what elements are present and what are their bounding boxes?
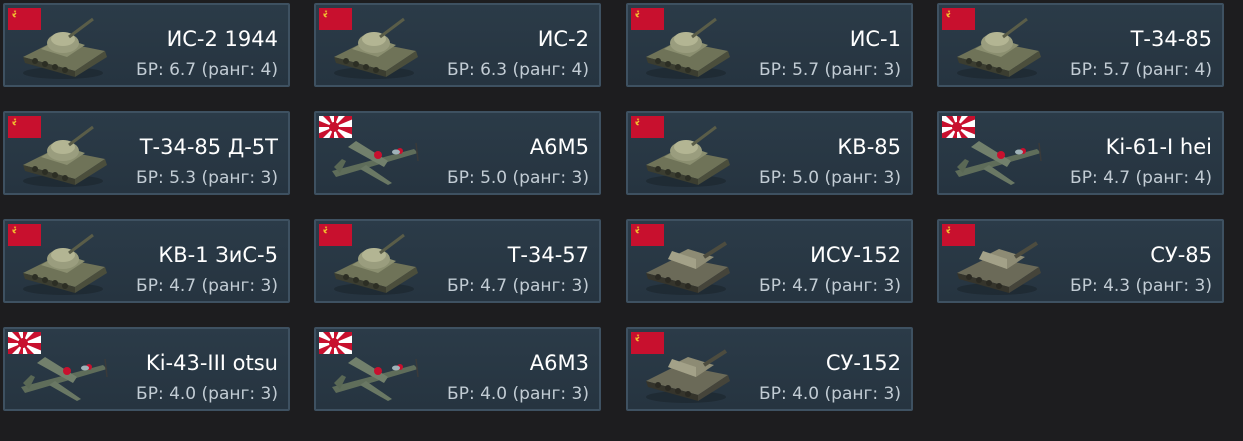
vehicle-name: A6M5 xyxy=(529,135,589,159)
vehicle-battle-rating: БР: 4.3 (ранг: 3) xyxy=(1070,276,1212,296)
vehicle-card[interactable]: Ki-43-III otsu БР: 4.0 (ранг: 3) xyxy=(3,327,290,411)
ussr-flag-icon xyxy=(631,116,664,138)
vehicle-card[interactable]: ИС-1 БР: 5.7 (ранг: 3) xyxy=(626,3,913,87)
ussr-flag-icon xyxy=(942,224,975,246)
vehicle-name: Ki-61-I hei xyxy=(1105,135,1212,159)
vehicle-name: КВ-85 xyxy=(837,135,901,159)
vehicle-card[interactable]: Т-34-57 БР: 4.7 (ранг: 3) xyxy=(314,219,601,303)
vehicle-card[interactable]: Т-34-85 БР: 5.7 (ранг: 4) xyxy=(937,3,1224,87)
japan-flag-icon xyxy=(319,116,352,138)
vehicle-card[interactable]: ИС-2 1944 БР: 6.7 (ранг: 4) xyxy=(3,3,290,87)
vehicle-card[interactable]: A6M5 БР: 5.0 (ранг: 3) xyxy=(314,111,601,195)
vehicle-name: ИС-2 1944 xyxy=(166,27,278,51)
vehicle-battle-rating: БР: 6.3 (ранг: 4) xyxy=(447,60,589,80)
vehicle-card[interactable]: КВ-85 БР: 5.0 (ранг: 3) xyxy=(626,111,913,195)
vehicle-battle-rating: БР: 4.0 (ранг: 3) xyxy=(447,384,589,404)
vehicle-battle-rating: БР: 6.7 (ранг: 4) xyxy=(136,60,278,80)
ussr-flag-icon xyxy=(8,224,41,246)
vehicle-name: ИСУ-152 xyxy=(810,243,901,267)
vehicle-battle-rating: БР: 5.7 (ранг: 3) xyxy=(759,60,901,80)
vehicle-battle-rating: БР: 5.7 (ранг: 4) xyxy=(1070,60,1212,80)
ussr-flag-icon xyxy=(319,224,352,246)
japan-flag-icon xyxy=(8,332,41,354)
vehicle-card[interactable]: ИС-2 БР: 6.3 (ранг: 4) xyxy=(314,3,601,87)
vehicle-card[interactable]: Т-34-85 Д-5Т БР: 5.3 (ранг: 3) xyxy=(3,111,290,195)
vehicle-card[interactable]: Ki-61-I hei БР: 4.7 (ранг: 4) xyxy=(937,111,1224,195)
vehicle-name: Т-34-85 Д-5Т xyxy=(139,135,278,159)
vehicle-name: СУ-152 xyxy=(825,351,901,375)
vehicle-battle-rating: БР: 4.0 (ранг: 3) xyxy=(136,384,278,404)
vehicle-name: Т-34-85 xyxy=(1130,27,1212,51)
vehicle-battle-rating: БР: 5.0 (ранг: 3) xyxy=(447,168,589,188)
vehicle-name: КВ-1 ЗиС-5 xyxy=(158,243,278,267)
ussr-flag-icon xyxy=(8,116,41,138)
vehicle-battle-rating: БР: 5.0 (ранг: 3) xyxy=(759,168,901,188)
vehicle-name: СУ-85 xyxy=(1150,243,1212,267)
vehicle-battle-rating: БР: 5.3 (ранг: 3) xyxy=(136,168,278,188)
vehicle-name: A6M3 xyxy=(529,351,589,375)
vehicle-card[interactable]: КВ-1 ЗиС-5 БР: 4.7 (ранг: 3) xyxy=(3,219,290,303)
vehicle-battle-rating: БР: 4.7 (ранг: 3) xyxy=(136,276,278,296)
ussr-flag-icon xyxy=(631,8,664,30)
ussr-flag-icon xyxy=(942,8,975,30)
japan-flag-icon xyxy=(942,116,975,138)
vehicle-battle-rating: БР: 4.7 (ранг: 4) xyxy=(1070,168,1212,188)
vehicle-card[interactable]: A6M3 БР: 4.0 (ранг: 3) xyxy=(314,327,601,411)
japan-flag-icon xyxy=(319,332,352,354)
ussr-flag-icon xyxy=(319,8,352,30)
vehicle-card[interactable]: СУ-152 БР: 4.0 (ранг: 3) xyxy=(626,327,913,411)
vehicle-card[interactable]: ИСУ-152 БР: 4.7 (ранг: 3) xyxy=(626,219,913,303)
vehicle-name: Ki-43-III otsu xyxy=(145,351,278,375)
vehicle-name: Т-34-57 xyxy=(507,243,589,267)
vehicle-name: ИС-2 xyxy=(537,27,589,51)
ussr-flag-icon xyxy=(631,332,664,354)
ussr-flag-icon xyxy=(8,8,41,30)
vehicle-name: ИС-1 xyxy=(849,27,901,51)
vehicle-battle-rating: БР: 4.0 (ранг: 3) xyxy=(759,384,901,404)
ussr-flag-icon xyxy=(631,224,664,246)
vehicle-battle-rating: БР: 4.7 (ранг: 3) xyxy=(447,276,589,296)
vehicle-grid: ИС-2 1944 БР: 6.7 (ранг: 4) ИС-2 БР: 6.3 (р… xyxy=(0,0,1243,441)
vehicle-card[interactable]: СУ-85 БР: 4.3 (ранг: 3) xyxy=(937,219,1224,303)
vehicle-battle-rating: БР: 4.7 (ранг: 3) xyxy=(759,276,901,296)
